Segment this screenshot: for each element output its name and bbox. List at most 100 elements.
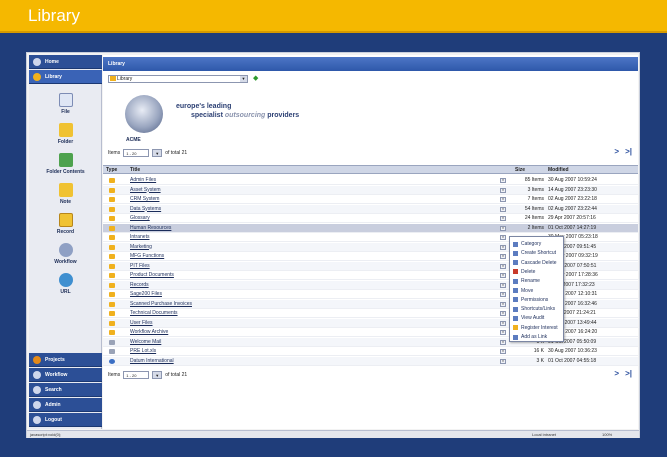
tool-folder-contents[interactable]: Folder Contents [29, 153, 102, 175]
acme-logo [125, 95, 163, 133]
table-row[interactable]: CRM System ▾ 7 Items 02 Aug 2007 23:22:18 [103, 195, 638, 204]
col-type[interactable]: Type [106, 167, 117, 173]
row-menu-button[interactable]: ▾ [500, 178, 506, 183]
table-row[interactable]: Admin Files ▾ 85 Items 30 Aug 2007 10:59:24 [103, 176, 638, 185]
next-page-icon[interactable]: > [614, 369, 619, 378]
nav-admin[interactable]: Admin [29, 398, 102, 412]
row-title[interactable]: Welcome Mail [130, 339, 161, 345]
row-title[interactable]: Scanned Purchase Invoices [130, 301, 192, 307]
menu-item-label: View Audit [521, 315, 545, 322]
table-row[interactable]: PRE Lot.xls ▾ 16 K 30 Aug 2007 10:36:23 [103, 347, 638, 356]
row-title[interactable]: Sage200 Files [130, 291, 162, 297]
row-menu-button[interactable]: ▾ [500, 330, 506, 335]
chevron-down-icon[interactable]: ▼ [152, 371, 163, 379]
row-title[interactable]: Records [130, 282, 149, 288]
menu-item-icon [513, 315, 518, 321]
tool-record[interactable]: Record [29, 213, 102, 235]
nav-workflow[interactable]: Workflow [29, 368, 102, 382]
row-menu-button[interactable]: ▾ [500, 301, 506, 307]
row-menu-button[interactable]: ▾ [500, 292, 506, 297]
table-row[interactable]: Glossary ▾ 24 Items 29 Apr 2007 20:57:16 [103, 214, 638, 223]
row-menu-button[interactable]: ▾ [500, 311, 506, 316]
library-select[interactable]: Library ▼ [108, 75, 248, 83]
row-title[interactable]: Technical Documents [130, 310, 178, 316]
status-zoom[interactable]: 100% [602, 432, 612, 437]
context-menu-item[interactable]: Permissions [513, 296, 563, 304]
row-title[interactable]: Marketing [130, 244, 152, 250]
context-menu-item[interactable]: Cascade Delete [513, 259, 563, 267]
row-menu-button[interactable]: ▾ [500, 282, 506, 288]
row-menu-button[interactable]: ▾ [500, 244, 506, 250]
row-title[interactable]: Product Documents [130, 272, 174, 278]
context-menu-item[interactable]: Create Shortcut [513, 249, 563, 257]
row-menu-button[interactable]: ▾ [500, 187, 506, 193]
row-title[interactable]: Datum International [130, 358, 174, 364]
row-title[interactable]: Data Systems [130, 206, 161, 212]
row-menu-button[interactable]: ▾ [500, 358, 506, 364]
row-menu-button[interactable]: ▾ [500, 254, 506, 259]
col-size[interactable]: Size [515, 167, 525, 173]
tool-url[interactable]: URL [29, 273, 102, 295]
row-menu-button[interactable]: ▾ [500, 273, 506, 278]
context-menu-item[interactable]: Category [513, 240, 563, 248]
row-title[interactable]: User Files [130, 320, 153, 326]
context-menu-item[interactable]: Delete [513, 268, 563, 276]
table-row[interactable]: Datum International ▾ 3 K 01 Oct 2007 04:55… [103, 356, 638, 366]
search-icon [33, 385, 41, 394]
context-menu-item[interactable]: Move [513, 287, 563, 295]
row-title[interactable]: Glossary [130, 215, 150, 221]
row-menu-button[interactable]: ▾ [500, 206, 506, 212]
row-menu-button[interactable]: ▾ [500, 235, 506, 240]
row-menu-button[interactable]: ▾ [500, 339, 506, 345]
status-url: javascript:void(0); [30, 432, 62, 437]
col-modified[interactable]: Modified [548, 167, 569, 173]
pager-range-select[interactable]: 1 - 20 [123, 371, 150, 379]
go-arrow-icon[interactable]: ◆ [253, 75, 261, 83]
next-page-icon[interactable]: > [614, 147, 619, 156]
folder-icon [109, 244, 115, 250]
pager-range-select[interactable]: 1 - 20 [123, 149, 150, 157]
tool-note-label: Note [59, 199, 72, 205]
context-menu-item[interactable]: Rename [513, 277, 563, 285]
tool-note[interactable]: Note [29, 183, 102, 205]
table-row[interactable]: Human Resources ▾ 2 Items 01 Oct 2007 14:27… [103, 223, 638, 233]
table-row[interactable]: Data Systems ▾ 54 Items 02 Aug 2007 23:22:4… [103, 204, 638, 214]
row-title[interactable]: PIT Files [130, 263, 150, 269]
row-title[interactable]: Workflow Archive [130, 329, 168, 335]
row-title[interactable]: MFG Functions [130, 253, 164, 259]
nav-library[interactable]: Library [29, 70, 102, 84]
row-title[interactable]: Asset System [130, 187, 161, 193]
row-menu-button[interactable]: ▾ [500, 197, 506, 202]
col-title[interactable]: Title [130, 167, 140, 173]
nav-home[interactable]: Home [29, 55, 102, 69]
row-modified: 30 Aug 2007 10:36:23 [548, 348, 597, 354]
table-row[interactable]: Asset System ▾ 3 Items 14 Aug 2007 23:23:30 [103, 185, 638, 195]
nav-projects[interactable]: Projects [29, 353, 102, 367]
row-menu-button[interactable]: ▾ [500, 216, 506, 221]
folder-icon [110, 76, 116, 81]
tool-file[interactable]: File [29, 93, 102, 115]
row-menu-button[interactable]: ▾ [500, 263, 506, 269]
row-size: 54 Items [524, 205, 544, 212]
row-title[interactable]: PRE Lot.xls [130, 348, 156, 354]
nav-logout[interactable]: Logout [29, 413, 102, 427]
context-menu-item[interactable]: Add as Link [513, 333, 563, 341]
context-menu-item[interactable]: Register Interest [513, 324, 563, 332]
chevron-down-icon[interactable]: ▼ [152, 149, 163, 157]
context-menu-item[interactable]: Shortcuts/Links [513, 305, 563, 313]
last-page-icon[interactable]: >| [625, 147, 632, 156]
context-menu-item[interactable]: View Audit [513, 314, 563, 322]
nav-search[interactable]: Search [29, 383, 102, 397]
tool-workflow[interactable]: Workflow [29, 243, 102, 265]
row-title[interactable]: CRM System [130, 196, 159, 202]
row-title[interactable]: Intranets [130, 234, 149, 240]
folder-icon [109, 301, 115, 307]
workflow-icon [58, 243, 73, 257]
row-menu-button[interactable]: ▾ [500, 349, 506, 354]
row-menu-button[interactable]: ▾ [500, 225, 506, 231]
row-title[interactable]: Admin Files [130, 177, 156, 183]
tool-folder[interactable]: Folder [29, 123, 102, 145]
row-menu-button[interactable]: ▾ [500, 320, 506, 326]
last-page-icon[interactable]: >| [625, 369, 632, 378]
row-title[interactable]: Human Resources [130, 225, 171, 231]
